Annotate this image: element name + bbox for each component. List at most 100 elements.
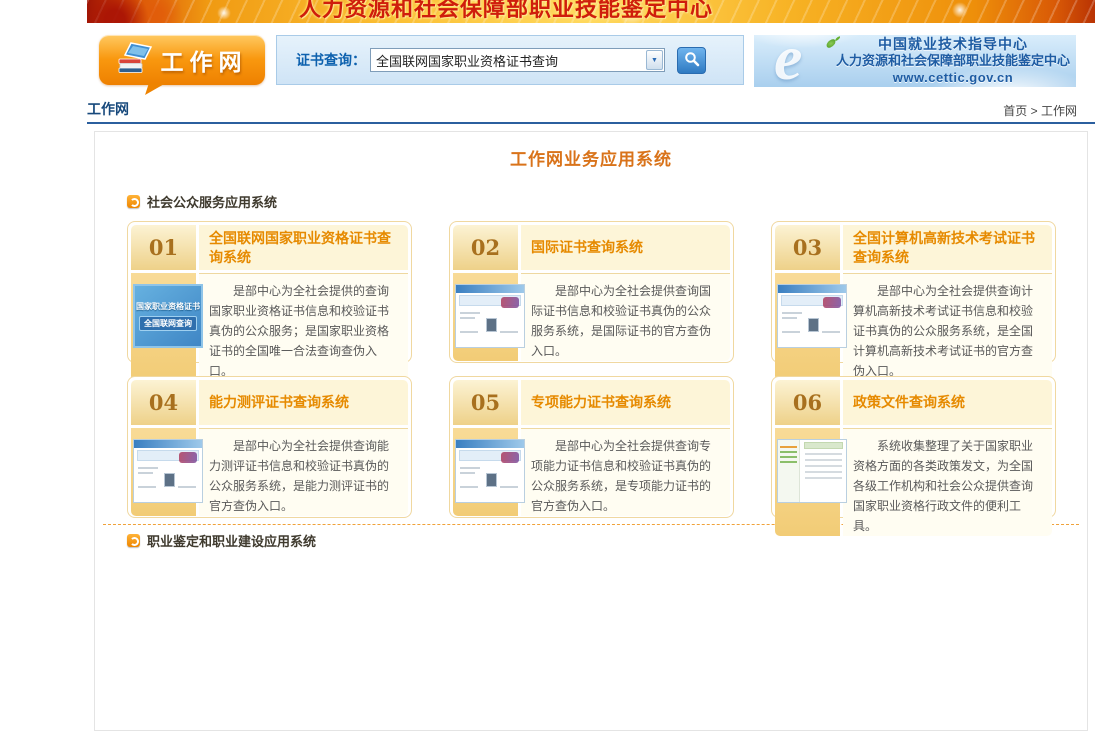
banner-title: 人力资源和社会保障部职业技能鉴定中心	[299, 0, 713, 23]
card-description-cell: 是部中心为全社会提供的查询国家职业资格证书信息和校验证书真伪的公众服务；是国家职…	[199, 273, 408, 381]
table-screenshot-thumbnail[interactable]	[777, 439, 847, 503]
main-content: 工作网业务应用系统 社会公众服务应用系统 01 全国联网国家职业资格证书查询系统…	[94, 131, 1088, 731]
systems-card-grid: 01 全国联网国家职业资格证书查询系统 是部中心为全社会提供的查询国家职业资格证…	[127, 221, 1087, 518]
thumb-certificate-image	[501, 297, 519, 308]
search-icon	[684, 51, 700, 70]
thumb-text-line	[460, 486, 478, 488]
page: 人力资源和社会保障部职业技能鉴定中心 工作网 证书查询： 全国联网国家职业资格证…	[87, 0, 1095, 731]
system-card: 05 专项能力证书查询系统 是部中心为全社会提供查询专项能力证书信息和校验证书真…	[449, 376, 734, 518]
thumb-badge-line2: 全国联网查询	[139, 316, 197, 331]
webpage-screenshot-thumbnail[interactable]	[777, 284, 847, 348]
card-description-cell: 是部中心为全社会提供查询计算机高新技术考试证书信息和校验证书真伪的公众服务系统，…	[843, 273, 1052, 381]
system-card: 06 政策文件查询系统 系统收集整理了关于国家职业资格方面的各类政策发文，为全国…	[771, 376, 1056, 518]
header: 工作网 证书查询： 全国联网国家职业资格证书查询 ▼ e 中国就业技	[87, 23, 1095, 93]
card-number: 06	[775, 380, 840, 425]
section-label: 社会公众服务应用系统	[147, 192, 277, 211]
search-button[interactable]	[677, 47, 706, 74]
thumb-text-line	[782, 312, 802, 314]
e-globe-icon: e	[774, 35, 802, 87]
thumb-certificate-image	[179, 452, 197, 463]
orange-arrow-bullet-icon	[127, 534, 140, 547]
thumb-header-bar	[456, 440, 524, 448]
card-title-cell: 政策文件查询系统	[843, 380, 1052, 425]
breadcrumb-separator: >	[1031, 104, 1038, 118]
thumb-header-bar	[456, 285, 524, 293]
card-number: 03	[775, 225, 840, 270]
card-description: 是部中心为全社会提供查询专项能力证书信息和校验证书真伪的公众服务系统，是专项能力…	[531, 436, 720, 516]
org-logo: e 中国就业技术指导中心 人力资源和社会保障部职业技能鉴定中心 www.cett…	[754, 35, 1076, 87]
certificate-badge-thumbnail[interactable]: 国家职业资格证书 全国联网查询	[133, 284, 203, 348]
card-number: 04	[131, 380, 196, 425]
thumb-text-line	[782, 317, 797, 319]
search-label: 证书查询：	[296, 50, 366, 70]
card-title-cell: 能力测评证书查询系统	[199, 380, 408, 425]
org-name-line2: 人力资源和社会保障部职业技能鉴定中心	[834, 53, 1072, 70]
thumb-text-line	[460, 467, 480, 469]
breadcrumb-trail: 首页 > 工作网	[1003, 102, 1077, 119]
page-title: 工作网业务应用系统	[95, 145, 1087, 170]
system-card: 04 能力测评证书查询系统 是部中心为全社会提供查询能力测评证书信息和校验证书真…	[127, 376, 412, 518]
thumb-text-line	[782, 331, 800, 333]
system-card: 02 国际证书查询系统 是部中心为全社会提供查询国际证书信息和校验证书真伪的公众…	[449, 221, 734, 363]
card-number: 01	[131, 225, 196, 270]
thumb-certificate-image	[823, 297, 841, 308]
books-laptop-icon	[117, 42, 153, 79]
system-card: 01 全国联网国家职业资格证书查询系统 是部中心为全社会提供的查询国家职业资格证…	[127, 221, 412, 363]
thumb-photo	[164, 473, 175, 487]
thumb-text-line	[460, 331, 478, 333]
orange-arrow-bullet-icon	[127, 195, 140, 208]
card-description: 是部中心为全社会提供查询计算机高新技术考试证书信息和校验证书真伪的公众服务系统，…	[853, 281, 1042, 381]
card-description-cell: 系统收集整理了关于国家职业资格方面的各类政策发文，为全国各级工作机构和社会公众提…	[843, 428, 1052, 536]
thumb-photo	[486, 318, 497, 332]
org-name-line1: 中国就业技术指导中心	[834, 35, 1072, 53]
card-title-link[interactable]: 全国计算机高新技术考试证书查询系统	[853, 229, 1042, 265]
org-text: 中国就业技术指导中心 人力资源和社会保障部职业技能鉴定中心 www.cettic…	[834, 35, 1072, 87]
card-title-link[interactable]: 专项能力证书查询系统	[531, 393, 671, 411]
sparkle-decoration	[217, 6, 231, 20]
thumb-text-line	[460, 472, 475, 474]
thumb-text-line	[822, 331, 840, 333]
sparkle-decoration	[952, 2, 968, 18]
section-label: 职业鉴定和职业建设应用系统	[147, 531, 316, 550]
card-title-cell: 全国计算机高新技术考试证书查询系统	[843, 225, 1052, 270]
certificate-type-select[interactable]: 全国联网国家职业资格证书查询 ▼	[370, 48, 665, 72]
webpage-screenshot-thumbnail[interactable]	[455, 284, 525, 348]
card-number: 05	[453, 380, 518, 425]
chevron-down-icon[interactable]: ▼	[646, 50, 663, 70]
card-title-link[interactable]: 全国联网国家职业资格证书查询系统	[209, 229, 398, 265]
thumb-table-body	[801, 440, 846, 485]
card-title-link[interactable]: 国际证书查询系统	[531, 238, 643, 256]
thumb-header-bar	[778, 285, 846, 293]
thumb-certificate-image	[501, 452, 519, 463]
thumb-badge-line1: 国家职业资格证书	[136, 301, 200, 312]
card-title-cell: 国际证书查询系统	[521, 225, 730, 270]
card-description-cell: 是部中心为全社会提供查询专项能力证书信息和校验证书真伪的公众服务系统，是专项能力…	[521, 428, 730, 516]
card-description: 系统收集整理了关于国家职业资格方面的各类政策发文，为全国各级工作机构和社会公众提…	[853, 436, 1042, 536]
card-title-cell: 专项能力证书查询系统	[521, 380, 730, 425]
banner: 人力资源和社会保障部职业技能鉴定中心	[87, 0, 1095, 23]
webpage-screenshot-thumbnail[interactable]	[455, 439, 525, 503]
webpage-screenshot-thumbnail[interactable]	[133, 439, 203, 503]
thumb-text-line	[138, 486, 156, 488]
site-logo[interactable]: 工作网	[99, 35, 265, 85]
current-section-title: 工作网	[87, 99, 129, 119]
card-description-cell: 是部中心为全社会提供查询国际证书信息和校验证书真伪的公众服务系统，是国际证书的官…	[521, 273, 730, 361]
card-number: 02	[453, 225, 518, 270]
thumb-text-line	[500, 486, 518, 488]
card-description: 是部中心为全社会提供的查询国家职业资格证书信息和校验证书真伪的公众服务；是国家职…	[209, 281, 398, 381]
breadcrumb: 工作网 首页 > 工作网	[87, 93, 1095, 124]
card-description-cell: 是部中心为全社会提供查询能力测评证书信息和校验证书真伪的公众服务系统，是能力测评…	[199, 428, 408, 516]
card-description: 是部中心为全社会提供查询能力测评证书信息和校验证书真伪的公众服务系统，是能力测评…	[209, 436, 398, 516]
section-header-public-services: 社会公众服务应用系统	[127, 192, 1087, 211]
thumb-text-line	[138, 472, 153, 474]
breadcrumb-home-link[interactable]: 首页	[1003, 104, 1027, 118]
org-website: www.cettic.gov.cn	[834, 70, 1072, 87]
thumb-header-bar	[134, 440, 202, 448]
card-title-link[interactable]: 政策文件查询系统	[853, 393, 965, 411]
select-selected-value: 全国联网国家职业资格证书查询	[376, 51, 558, 70]
thumb-photo	[486, 473, 497, 487]
thumb-text-line	[500, 331, 518, 333]
breadcrumb-current: 工作网	[1041, 104, 1077, 118]
thumb-text-line	[460, 317, 475, 319]
card-title-link[interactable]: 能力测评证书查询系统	[209, 393, 349, 411]
